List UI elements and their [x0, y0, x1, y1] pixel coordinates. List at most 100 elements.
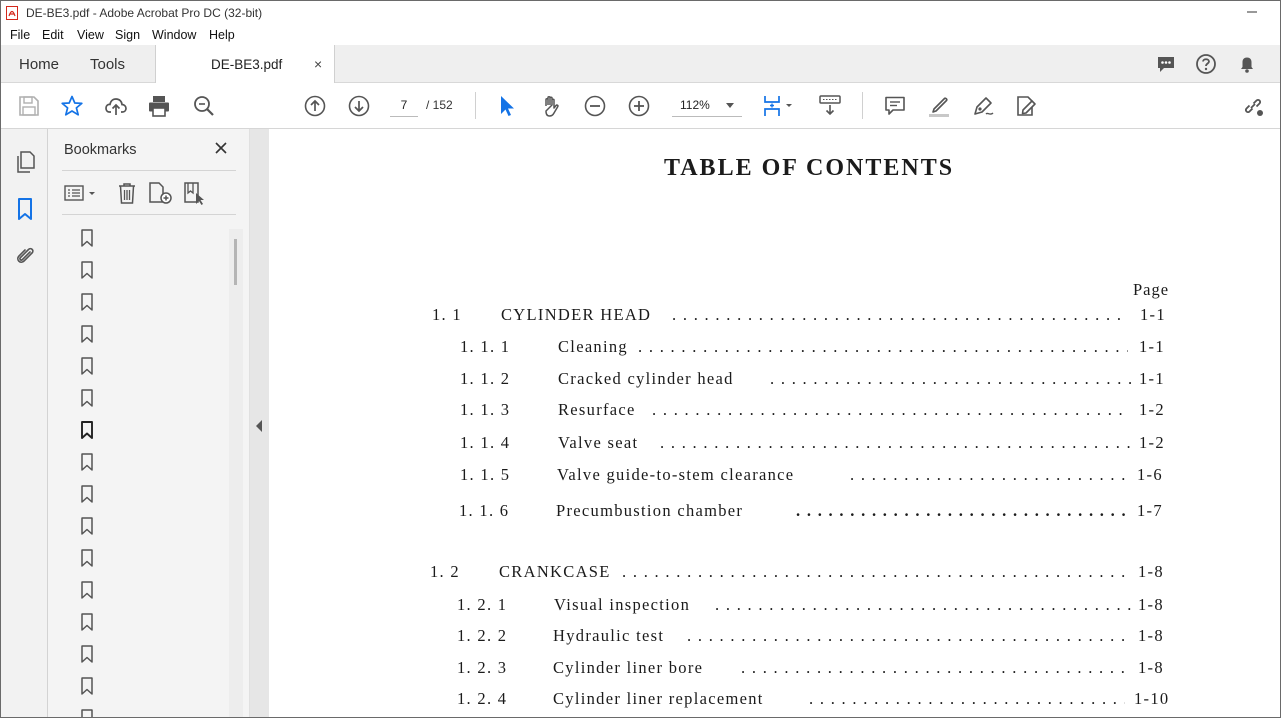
save-icon[interactable]: [17, 94, 41, 118]
toc-entry-title: Hydraulic test: [553, 626, 665, 645]
window-title: DE-BE3.pdf - Adobe Acrobat Pro DC (32-bi…: [26, 6, 263, 20]
bookmark-icon-current[interactable]: [80, 421, 94, 439]
bookmark-icon[interactable]: [80, 613, 94, 631]
bookmark-icon[interactable]: [80, 229, 94, 247]
panel-splitter[interactable]: [249, 129, 270, 717]
draw-pen-icon[interactable]: [971, 94, 995, 118]
toc-entry: 1. 1. 3 Resurface . . . . . . . . . . . …: [460, 400, 1178, 424]
highlight-pen-icon[interactable]: [927, 94, 951, 118]
toolbar-divider: [862, 92, 863, 119]
panel-divider: [62, 214, 236, 215]
dot-leader: . . . . . . . . . . . . . . . . . . . . …: [796, 501, 1128, 520]
close-tab-icon[interactable]: ×: [314, 56, 322, 72]
close-panel-icon[interactable]: [214, 141, 228, 155]
bookmark-icon[interactable]: [80, 709, 94, 718]
toc-entry: 1. 2. 4 Cylinder liner replacement . . .…: [457, 689, 1178, 713]
toc-entry-number: 1. 1. 5: [460, 465, 511, 484]
toc-entry-title: CRANKCASE: [499, 562, 611, 581]
tab-document[interactable]: DE-BE3.pdf ×: [155, 45, 335, 83]
bookmark-icon[interactable]: [80, 677, 94, 695]
tab-tools[interactable]: Tools: [90, 56, 125, 73]
bookmark-icon[interactable]: [80, 293, 94, 311]
toc-entry-page: 1-8: [1138, 595, 1164, 614]
main-toolbar: 7 / 152 112%: [1, 83, 1280, 129]
menu-sign[interactable]: Sign: [115, 28, 140, 42]
page-thumbnails-icon[interactable]: [13, 150, 37, 174]
zoom-in-icon[interactable]: [627, 94, 651, 118]
attachments-paperclip-icon[interactable]: [13, 243, 37, 267]
bookmarks-panel-icon[interactable]: [13, 197, 37, 221]
toc-entry-title: Valve seat: [558, 433, 639, 452]
fill-sign-icon[interactable]: [1014, 94, 1038, 118]
toc-entry: 1. 1. 5 Valve guide-to-stem clearance . …: [460, 465, 1178, 489]
navigation-rail: [1, 129, 48, 717]
scroll-mode-icon[interactable]: [817, 94, 843, 118]
bookmark-icon[interactable]: [80, 325, 94, 343]
add-comment-icon[interactable]: [883, 94, 907, 118]
bookmark-icon[interactable]: [80, 389, 94, 407]
zoom-level-value: 112%: [680, 98, 710, 112]
menu-view[interactable]: View: [77, 28, 104, 42]
toc-entry: 1. 2 CRANKCASE . . . . . . . . . . . . .…: [430, 562, 1178, 586]
minimize-icon[interactable]: [1245, 4, 1259, 18]
bookmark-star-icon[interactable]: [60, 94, 84, 118]
collapse-panel-arrow-icon[interactable]: [256, 420, 262, 432]
toc-entry-number: 1. 2. 1: [457, 595, 508, 614]
delete-bookmark-icon[interactable]: [114, 181, 140, 205]
document-view[interactable]: TABLE OF CONTENTS Page 1. 1 CYLINDER HEA…: [269, 129, 1280, 717]
new-bookmark-icon[interactable]: [147, 181, 173, 205]
bookmarks-scrollbar[interactable]: [229, 229, 243, 717]
bookmark-icon[interactable]: [80, 645, 94, 663]
bookmark-icon[interactable]: [80, 581, 94, 599]
toc-entry-title: Visual inspection: [554, 595, 691, 614]
toc-entry-title: Cracked cylinder head: [558, 369, 734, 388]
menu-file[interactable]: File: [10, 28, 30, 42]
print-icon[interactable]: [147, 94, 171, 118]
zoom-search-icon[interactable]: [192, 94, 216, 118]
menu-window[interactable]: Window: [152, 28, 196, 42]
toc-entry-page: 1-1: [1139, 369, 1165, 388]
menu-help[interactable]: Help: [209, 28, 235, 42]
menu-edit[interactable]: Edit: [42, 28, 64, 42]
help-icon[interactable]: [1195, 53, 1217, 75]
toc-entry-page: 1-8: [1138, 658, 1164, 677]
bookmark-icon[interactable]: [80, 549, 94, 567]
bookmark-icon[interactable]: [80, 261, 94, 279]
previous-page-icon[interactable]: [303, 94, 327, 118]
page-column-label: Page: [1133, 280, 1170, 299]
toc-entry: 1. 1. 4 Valve seat . . . . . . . . . . .…: [460, 433, 1178, 457]
toc-entry-number: 1. 2. 4: [457, 689, 508, 708]
hand-tool-icon[interactable]: [539, 94, 563, 118]
toolbar-divider: [475, 92, 476, 119]
toc-entry-title: Valve guide-to-stem clearance: [557, 465, 795, 484]
toc-entry-title: Cleaning: [558, 337, 628, 356]
share-link-icon[interactable]: [1241, 94, 1265, 118]
notifications-bell-icon[interactable]: [1236, 53, 1258, 75]
dot-leader: . . . . . . . . . . . . . . . . . . . . …: [652, 400, 1130, 419]
bookmark-icon[interactable]: [80, 485, 94, 503]
dot-leader: . . . . . . . . . . . . . . . . . . . . …: [622, 562, 1130, 581]
bookmark-icon[interactable]: [80, 517, 94, 535]
dot-leader: . . . . . . . . . . . . . . . . . . . . …: [687, 626, 1131, 645]
dot-leader: . . . . . . . . . . . . . . . . . . . . …: [741, 658, 1131, 677]
bookmark-icon[interactable]: [80, 453, 94, 471]
zoom-out-icon[interactable]: [583, 94, 607, 118]
acrobat-window: DE-BE3.pdf - Adobe Acrobat Pro DC (32-bi…: [0, 0, 1281, 718]
cloud-upload-icon[interactable]: [104, 94, 128, 118]
tab-home[interactable]: Home: [19, 56, 59, 73]
page-number-input[interactable]: 7: [390, 94, 418, 117]
toc-entry: 1. 2. 1 Visual inspection . . . . . . . …: [457, 595, 1178, 619]
scrollbar-thumb[interactable]: [234, 239, 237, 285]
select-cursor-icon[interactable]: [495, 94, 519, 118]
bookmark-options-icon[interactable]: [64, 181, 98, 205]
tab-bar: Home Tools DE-BE3.pdf ×: [1, 45, 1280, 83]
bookmark-icon[interactable]: [80, 357, 94, 375]
tab-document-label: DE-BE3.pdf: [211, 57, 283, 72]
toc-entry-title: Cylinder liner replacement: [553, 689, 764, 708]
next-page-icon[interactable]: [347, 94, 371, 118]
comment-bubble-icon[interactable]: [1155, 53, 1177, 75]
page-fit-icon[interactable]: [761, 94, 797, 118]
chevron-down-icon: [726, 103, 734, 108]
find-bookmark-icon[interactable]: [182, 181, 208, 205]
zoom-level-dropdown[interactable]: 112%: [672, 94, 742, 117]
